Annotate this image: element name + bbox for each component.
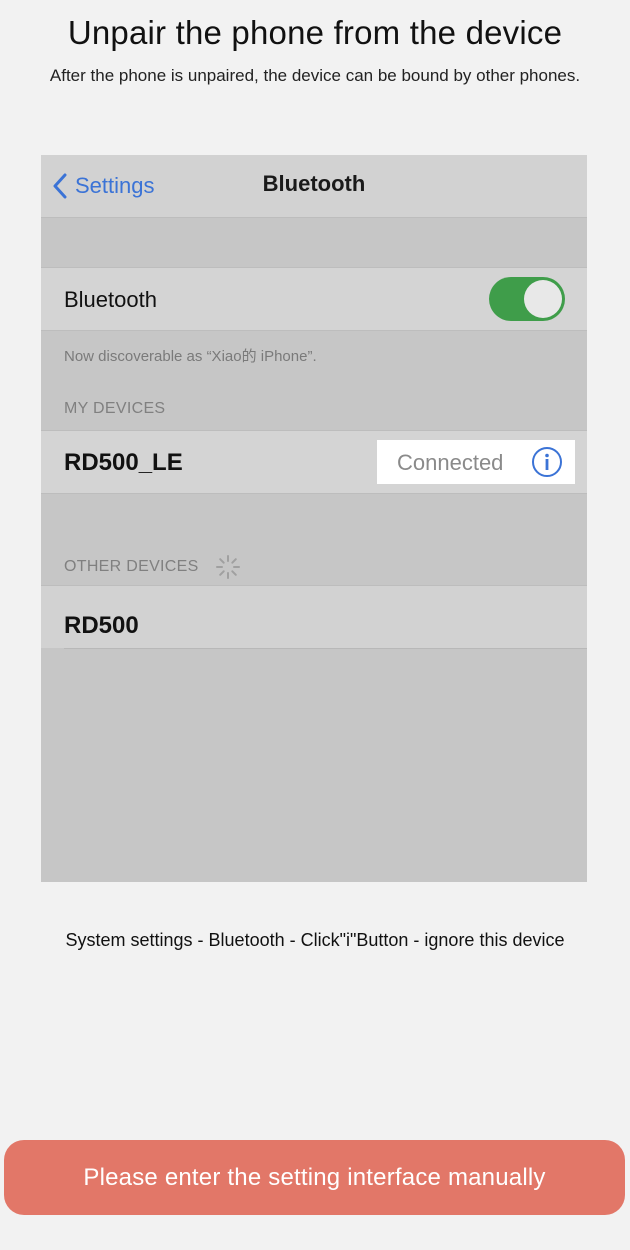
discoverable-note: Now discoverable as “Xiao的 iPhone”. bbox=[64, 348, 317, 365]
nav-bar: Settings Bluetooth bbox=[41, 155, 587, 218]
nav-title: Bluetooth bbox=[262, 171, 366, 196]
page-subtitle: After the phone is unpaired, the device … bbox=[49, 66, 581, 85]
device-row: RD500_LE Connected bbox=[41, 430, 587, 494]
device-status: Connected bbox=[397, 450, 504, 475]
other-devices-header: OTHER DEVICES bbox=[64, 554, 241, 580]
connected-highlight: Connected bbox=[377, 440, 575, 484]
loading-spinner-icon bbox=[215, 555, 240, 579]
bluetooth-toggle bbox=[489, 277, 565, 321]
other-device-row: RD500 bbox=[41, 585, 587, 648]
other-device-name: RD500 bbox=[64, 612, 139, 639]
page-title: Unpair the phone from the device bbox=[67, 14, 563, 51]
toggle-knob bbox=[524, 280, 562, 318]
open-settings-button[interactable]: Please enter the setting interface manua… bbox=[4, 1140, 625, 1215]
bluetooth-settings-illustration: Settings Bluetooth Bluetooth Now discove… bbox=[41, 155, 587, 882]
my-devices-header: MY DEVICES bbox=[64, 400, 166, 417]
bluetooth-label: Bluetooth bbox=[64, 287, 157, 312]
info-icon bbox=[532, 447, 562, 477]
device-name: RD500_LE bbox=[64, 449, 183, 476]
divider bbox=[64, 648, 587, 649]
other-devices-label: OTHER DEVICES bbox=[64, 558, 199, 575]
instructions-text: System settings - Bluetooth - Click"i"Bu… bbox=[65, 930, 565, 950]
bluetooth-row: Bluetooth bbox=[41, 267, 587, 331]
